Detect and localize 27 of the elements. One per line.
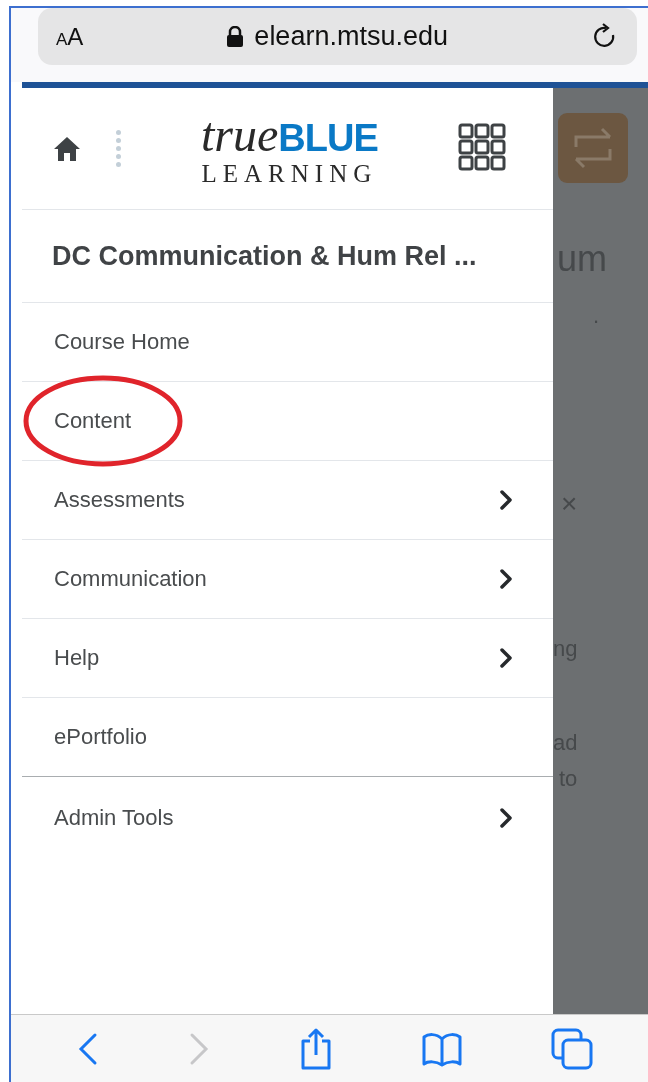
chevron-right-icon [499, 807, 513, 829]
home-icon[interactable] [52, 134, 82, 163]
menu-item-label: Help [54, 645, 100, 671]
logo-text: BLUE [278, 119, 378, 157]
menu-item-label: Content [54, 408, 132, 434]
url-text: elearn.mtsu.edu [254, 21, 448, 52]
text-size-button[interactable]: AA [56, 22, 84, 51]
logo-text: LEARNING [201, 161, 378, 186]
menu-item-label: Course Home [54, 329, 190, 355]
background-text: . [593, 303, 600, 329]
menu-item-label: Communication [54, 566, 207, 592]
back-icon[interactable] [76, 1031, 99, 1066]
menu-item[interactable]: Admin Tools [22, 777, 553, 859]
background-text: × [561, 488, 578, 520]
divider-dots [116, 130, 121, 167]
menu-item-label: Admin Tools [54, 805, 174, 831]
address-bar[interactable]: AA elearn.mtsu.edu [38, 8, 637, 65]
lock-icon [226, 25, 245, 48]
tabs-icon[interactable] [551, 1027, 594, 1070]
chevron-right-icon [499, 568, 513, 590]
chevron-right-icon [499, 489, 513, 511]
bookmarks-icon[interactable] [422, 1030, 463, 1067]
menu-item-label: ePortfolio [54, 724, 147, 750]
chevron-right-icon [499, 647, 513, 669]
app-grid-icon[interactable] [457, 122, 506, 171]
menu-item-label: Assessments [54, 487, 185, 513]
logo-text: true [201, 111, 279, 159]
